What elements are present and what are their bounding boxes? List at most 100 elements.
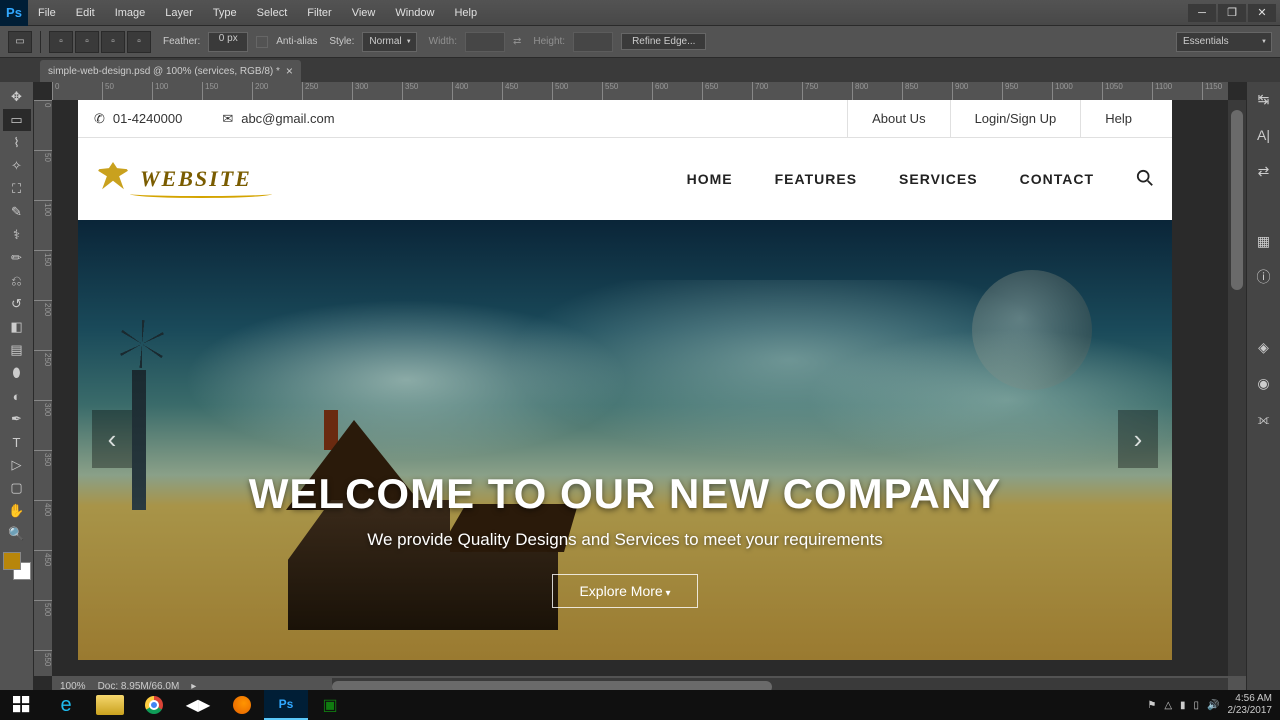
pen-tool-icon[interactable]: ✒ bbox=[3, 408, 31, 430]
menu-filter[interactable]: Filter bbox=[297, 7, 341, 19]
move-tool-icon[interactable]: ✥ bbox=[3, 86, 31, 108]
tray-flag-icon[interactable]: ⚑ bbox=[1147, 700, 1156, 711]
search-icon[interactable] bbox=[1136, 169, 1154, 190]
menu-edit[interactable]: Edit bbox=[66, 7, 105, 19]
logo-text: WEBSITE bbox=[140, 166, 252, 192]
magic-wand-tool-icon[interactable]: ✧ bbox=[3, 155, 31, 177]
lasso-tool-icon[interactable]: ⌇ bbox=[3, 132, 31, 154]
height-input bbox=[573, 32, 613, 52]
site-topbar: ✆ 01-4240000 ✉ abc@gmail.com About Us Lo… bbox=[78, 100, 1172, 138]
tray-network-icon[interactable]: ▯ bbox=[1194, 700, 1200, 711]
taskbar-firefox-icon[interactable] bbox=[220, 690, 264, 720]
canvas-area: 0501001502002503003504004505005506006507… bbox=[34, 82, 1246, 696]
tab-close-icon[interactable]: × bbox=[286, 64, 293, 78]
swap-wh-icon: ⇄ bbox=[513, 36, 521, 47]
history-brush-tool-icon[interactable]: ↺ bbox=[3, 293, 31, 315]
taskbar-chrome-icon[interactable] bbox=[132, 690, 176, 720]
selection-new-icon[interactable]: ▫ bbox=[49, 31, 73, 53]
type-tool-icon[interactable]: T bbox=[3, 431, 31, 453]
eraser-tool-icon[interactable]: ◧ bbox=[3, 316, 31, 338]
ruler-vertical[interactable]: 050100150200250300350400450500550 bbox=[34, 100, 52, 676]
paths-panel-icon[interactable]: ⟗ bbox=[1253, 408, 1275, 430]
taskbar-clock[interactable]: 4:56 AM 2/23/2017 bbox=[1228, 693, 1273, 717]
scrollbar-vertical[interactable] bbox=[1228, 100, 1246, 676]
menu-file[interactable]: File bbox=[28, 7, 66, 19]
style-select[interactable]: Normal bbox=[362, 32, 416, 52]
about-link[interactable]: About Us bbox=[847, 100, 949, 138]
taskbar-photoshop-icon[interactable]: Ps bbox=[264, 690, 308, 720]
swap-panel-icon[interactable]: ⇄ bbox=[1253, 160, 1275, 182]
hero-prev-button[interactable]: ‹ bbox=[92, 410, 132, 468]
nav-contact[interactable]: CONTACT bbox=[1020, 171, 1094, 187]
explore-more-button[interactable]: Explore More bbox=[552, 574, 697, 608]
taskbar-store-icon[interactable]: ▣ bbox=[308, 690, 352, 720]
hero-title: WELCOME TO OUR NEW COMPANY bbox=[78, 470, 1172, 518]
brush-tool-icon[interactable]: ✏ bbox=[3, 247, 31, 269]
zoom-tool-icon[interactable]: 🔍 bbox=[3, 523, 31, 545]
menu-help[interactable]: Help bbox=[444, 7, 487, 19]
swatches-panel-icon[interactable]: ▦ bbox=[1253, 230, 1275, 252]
marquee-tool-icon[interactable]: ▭ bbox=[3, 109, 31, 131]
workspace-select[interactable]: Essentials bbox=[1176, 32, 1272, 52]
color-swatches[interactable] bbox=[3, 552, 31, 580]
start-button[interactable] bbox=[0, 690, 44, 720]
canvas[interactable]: ✆ 01-4240000 ✉ abc@gmail.com About Us Lo… bbox=[52, 100, 1228, 676]
taskbar-ie-icon[interactable]: e bbox=[44, 690, 88, 720]
refine-edge-button[interactable]: Refine Edge... bbox=[621, 33, 706, 50]
foreground-color[interactable] bbox=[3, 552, 21, 570]
nav-features[interactable]: FEATURES bbox=[775, 171, 857, 187]
crop-tool-icon[interactable]: ⛶ bbox=[3, 178, 31, 200]
menu-window[interactable]: Window bbox=[385, 7, 444, 19]
history-panel-icon[interactable]: ↹ bbox=[1253, 88, 1275, 110]
menu-layer[interactable]: Layer bbox=[155, 7, 203, 19]
login-link[interactable]: Login/Sign Up bbox=[950, 100, 1081, 138]
feather-input[interactable]: 0 px bbox=[208, 32, 248, 52]
menu-image[interactable]: Image bbox=[105, 7, 156, 19]
phone-text: 01-4240000 bbox=[113, 111, 182, 126]
document-tab[interactable]: simple-web-design.psd @ 100% (services, … bbox=[40, 60, 301, 82]
path-select-tool-icon[interactable]: ▷ bbox=[3, 454, 31, 476]
taskbar-unity-icon[interactable]: ◀▶ bbox=[176, 690, 220, 720]
gradient-tool-icon[interactable]: ▤ bbox=[3, 339, 31, 361]
eyedropper-tool-icon[interactable]: ✎ bbox=[3, 201, 31, 223]
selection-add-icon[interactable]: ▫ bbox=[75, 31, 99, 53]
menu-type[interactable]: Type bbox=[203, 7, 247, 19]
dodge-tool-icon[interactable]: ◐ bbox=[3, 385, 31, 407]
tool-preset-icon[interactable]: ▭ bbox=[8, 31, 32, 53]
tray-battery-icon[interactable]: ▮ bbox=[1180, 700, 1186, 711]
window-minimize[interactable]: ─ bbox=[1188, 4, 1216, 22]
right-panel: ↹ A| ⇄ ▦ ⓘ ◈ ◉ ⟗ bbox=[1246, 82, 1280, 696]
layers-panel-icon[interactable]: ◈ bbox=[1253, 336, 1275, 358]
selection-intersect-icon[interactable]: ▫ bbox=[127, 31, 151, 53]
taskbar-explorer-icon[interactable] bbox=[96, 695, 124, 715]
hand-tool-icon[interactable]: ✋ bbox=[3, 500, 31, 522]
tray-up-icon[interactable]: △ bbox=[1164, 700, 1172, 711]
shape-tool-icon[interactable]: ▢ bbox=[3, 477, 31, 499]
ruler-horizontal[interactable]: 0501001502002503003504004505005506006507… bbox=[52, 82, 1228, 100]
options-bar: ▭ ▫ ▫ ▫ ▫ Feather: 0 px Anti-alias Style… bbox=[0, 26, 1280, 58]
channels-panel-icon[interactable]: ◉ bbox=[1253, 372, 1275, 394]
menu-select[interactable]: Select bbox=[247, 7, 298, 19]
document-tabbar: simple-web-design.psd @ 100% (services, … bbox=[0, 58, 1280, 82]
healing-tool-icon[interactable]: ⚕ bbox=[3, 224, 31, 246]
help-link[interactable]: Help bbox=[1080, 100, 1156, 138]
tray-volume-icon[interactable]: 🔊 bbox=[1207, 700, 1219, 711]
style-label: Style: bbox=[329, 36, 354, 47]
character-panel-icon[interactable]: A| bbox=[1253, 124, 1275, 146]
nav-home[interactable]: HOME bbox=[687, 171, 733, 187]
hero-next-button[interactable]: › bbox=[1118, 410, 1158, 468]
antialias-checkbox[interactable] bbox=[256, 36, 268, 48]
phone-icon: ✆ bbox=[94, 111, 105, 127]
window-restore[interactable]: ❐ bbox=[1218, 4, 1246, 22]
site-logo[interactable]: WEBSITE bbox=[96, 162, 252, 196]
menu-view[interactable]: View bbox=[342, 7, 386, 19]
hero-clouds bbox=[78, 280, 1172, 480]
info-panel-icon[interactable]: ⓘ bbox=[1253, 266, 1275, 288]
nav-services[interactable]: SERVICES bbox=[899, 171, 978, 187]
blur-tool-icon[interactable]: ⬮ bbox=[3, 362, 31, 384]
website-design: ✆ 01-4240000 ✉ abc@gmail.com About Us Lo… bbox=[78, 100, 1172, 660]
stamp-tool-icon[interactable]: ⎌ bbox=[3, 270, 31, 292]
selection-subtract-icon[interactable]: ▫ bbox=[101, 31, 125, 53]
hero-subtitle: We provide Quality Designs and Services … bbox=[78, 530, 1172, 550]
window-close[interactable]: ✕ bbox=[1248, 4, 1276, 22]
